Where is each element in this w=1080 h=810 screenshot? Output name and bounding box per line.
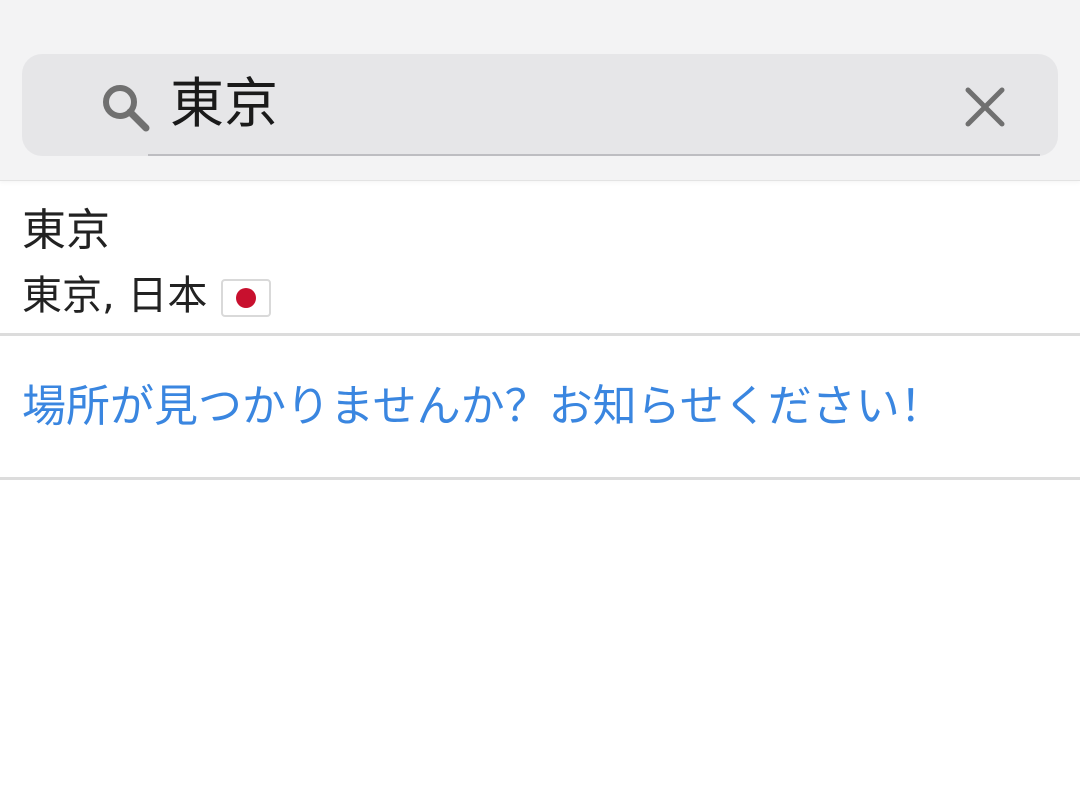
search-box[interactable] (22, 54, 1058, 156)
search-header (0, 0, 1080, 181)
search-result-item[interactable]: 東京 東京, 日本 (0, 180, 1080, 336)
search-icon (103, 85, 150, 132)
result-title: 東京 (22, 205, 110, 256)
search-input[interactable] (148, 54, 1038, 154)
report-missing-place-link[interactable]: 場所が見つかりませんか？お知らせください！ (22, 378, 944, 436)
japan-flag-icon (221, 279, 272, 317)
report-missing-place-row[interactable]: 場所が見つかりませんか？お知らせください！ (0, 336, 1080, 480)
search-underline (148, 154, 1040, 156)
close-icon[interactable] (962, 84, 1008, 130)
result-subtitle: 東京, 日本 (22, 270, 272, 322)
result-location: 東京, 日本 (22, 273, 208, 319)
